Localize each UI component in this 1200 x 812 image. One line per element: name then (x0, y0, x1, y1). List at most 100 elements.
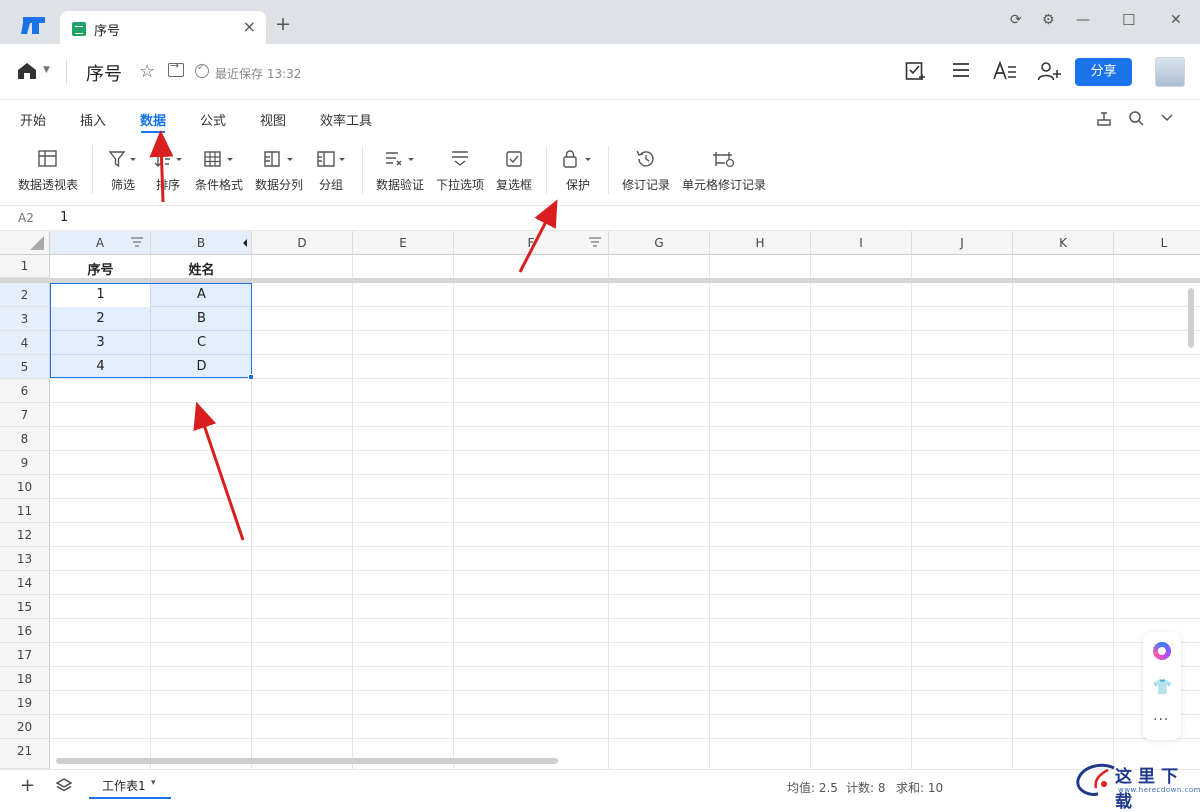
edit-review-icon[interactable] (905, 61, 927, 81)
row-header-17[interactable]: 17 (0, 643, 50, 667)
cell-b4[interactable]: C (151, 335, 252, 350)
column-header-e[interactable]: E (353, 231, 454, 255)
select-all-corner[interactable] (0, 231, 50, 255)
tab-efficiency-tools[interactable]: 效率工具 (320, 110, 372, 129)
dropdown-options-button[interactable]: 下拉选项 (434, 148, 486, 193)
column-header-j[interactable]: J (912, 231, 1013, 255)
row-header-20[interactable]: 20 (0, 715, 50, 739)
filter-icon[interactable] (589, 237, 601, 247)
group-button[interactable]: 分组 (314, 148, 348, 193)
spreadsheet-grid[interactable]: A B D E F G H I J K L 1 2 3 4 5 6 7 8 9 … (0, 231, 1200, 769)
row-header-7[interactable]: 7 (0, 403, 50, 427)
cell-b2[interactable]: A (151, 287, 252, 302)
share-button[interactable]: 分享 (1075, 58, 1132, 86)
column-header-g[interactable]: G (609, 231, 710, 255)
row-header-14[interactable]: 14 (0, 571, 50, 595)
minimize-button[interactable]: — (1076, 12, 1090, 28)
sync-icon[interactable]: ⟳ (1010, 12, 1022, 28)
column-header-h[interactable]: H (710, 231, 811, 255)
split-column-button[interactable]: 数据分列 (254, 148, 304, 193)
cell-a1[interactable]: 序号 (50, 259, 151, 278)
maximize-button[interactable]: ☐ (1122, 11, 1135, 29)
row-header-6[interactable]: 6 (0, 379, 50, 403)
row-header-1[interactable]: 1 (0, 255, 50, 278)
skin-theme-icon[interactable]: 👕 (1153, 678, 1172, 696)
more-icon[interactable]: ··· (1153, 712, 1169, 728)
app-logo-icon[interactable] (20, 14, 48, 36)
home-menu-caret-icon[interactable]: ▼ (43, 65, 50, 75)
filter-button[interactable]: 筛选 (104, 148, 142, 193)
horizontal-scrollbar[interactable] (56, 758, 558, 764)
close-tab-icon[interactable]: × (243, 17, 256, 36)
cell-b3[interactable]: B (151, 311, 252, 326)
row-header-5[interactable]: 5 (0, 355, 50, 379)
row-header-13[interactable]: 13 (0, 547, 50, 571)
row-header-3[interactable]: 3 (0, 307, 50, 331)
chevron-down-icon[interactable] (1160, 110, 1174, 126)
add-sheet-button[interactable]: + (20, 775, 35, 796)
row-header-8[interactable]: 8 (0, 427, 50, 451)
row-header-4[interactable]: 4 (0, 331, 50, 355)
protect-button[interactable]: 保护 (558, 148, 598, 193)
cell-a2[interactable]: 1 (50, 287, 151, 302)
column-header-i[interactable]: I (811, 231, 912, 255)
settings-icon[interactable]: ⚙ (1042, 12, 1055, 28)
tab-insert[interactable]: 插入 (80, 110, 106, 129)
column-header-f[interactable]: F (454, 231, 609, 255)
layers-icon[interactable] (56, 777, 72, 793)
row-header-2[interactable]: 2 (0, 283, 50, 307)
revision-history-button[interactable]: 修订记录 (620, 148, 672, 193)
cell-a5[interactable]: 4 (50, 359, 151, 374)
row-header-16[interactable]: 16 (0, 619, 50, 643)
sheet-tab-1[interactable]: 工作表1 ▾ (89, 770, 171, 799)
search-icon[interactable] (1128, 110, 1144, 126)
format-painter-icon[interactable] (1096, 110, 1112, 126)
column-header-l[interactable]: L (1114, 231, 1200, 255)
vertical-scrollbar[interactable] (1188, 288, 1194, 348)
avatar[interactable] (1155, 57, 1185, 87)
column-header-a[interactable]: A (50, 231, 151, 255)
home-icon[interactable] (17, 62, 37, 80)
column-header-b[interactable]: B (151, 231, 252, 255)
row-header-12[interactable]: 12 (0, 523, 50, 547)
add-collaborator-icon[interactable] (1037, 61, 1061, 81)
fill-handle[interactable] (248, 374, 254, 380)
sheet-tab-menu-icon[interactable]: ▾ (151, 778, 156, 788)
tab-view[interactable]: 视图 (260, 110, 286, 129)
document-title[interactable]: 序号 (86, 60, 122, 86)
move-to-folder-icon[interactable] (168, 59, 184, 77)
row-header-19[interactable]: 19 (0, 691, 50, 715)
row-header-15[interactable]: 15 (0, 595, 50, 619)
cell-a4[interactable]: 3 (50, 335, 151, 350)
row-header-9[interactable]: 9 (0, 451, 50, 475)
cell-a3[interactable]: 2 (50, 311, 151, 326)
conditional-format-button[interactable]: 条件格式 (194, 148, 244, 193)
tab-start[interactable]: 开始 (20, 110, 46, 129)
row-header-21[interactable]: 21 (0, 739, 50, 769)
ai-assistant-icon[interactable] (1153, 642, 1171, 660)
sort-button[interactable]: 排序 (150, 148, 186, 193)
close-window-button[interactable]: ✕ (1170, 12, 1182, 28)
new-tab-button[interactable]: + (275, 15, 291, 34)
cell-b1[interactable]: 姓名 (151, 259, 252, 278)
text-format-icon[interactable] (993, 61, 1017, 81)
tab-data[interactable]: 数据 (140, 110, 166, 129)
cell-b5[interactable]: D (151, 359, 252, 374)
row-header-18[interactable]: 18 (0, 667, 50, 691)
data-validation-button[interactable]: 数据验证 (374, 148, 426, 193)
pivot-table-button[interactable]: 数据透视表 (18, 148, 78, 193)
column-header-d[interactable]: D (252, 231, 353, 255)
row-header-10[interactable]: 10 (0, 475, 50, 499)
tab-formula[interactable]: 公式 (200, 110, 226, 129)
spreadsheet-icon (72, 22, 86, 36)
star-icon[interactable]: ☆ (139, 61, 155, 82)
cell-revision-history-button[interactable]: 单元格修订记录 (682, 148, 766, 193)
document-tab[interactable]: 序号 × (60, 11, 266, 44)
checkbox-button[interactable]: 复选框 (494, 148, 534, 193)
menu-icon[interactable] (952, 61, 970, 79)
formula-input[interactable]: 1 (60, 210, 68, 225)
row-header-11[interactable]: 11 (0, 499, 50, 523)
cell-reference-box[interactable]: A2 (18, 211, 34, 225)
filter-icon[interactable] (131, 237, 143, 247)
column-header-k[interactable]: K (1013, 231, 1114, 255)
